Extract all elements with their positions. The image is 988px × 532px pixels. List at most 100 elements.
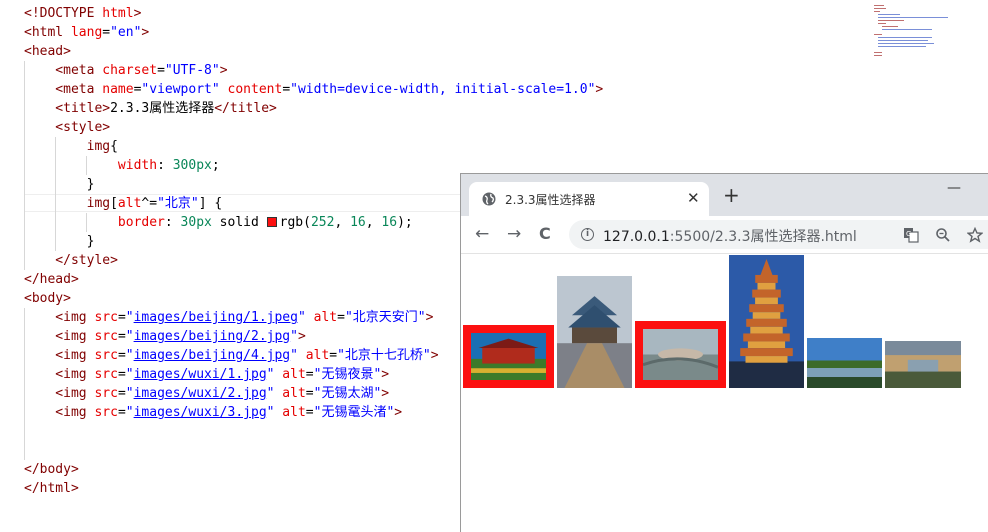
code-token: 30px [180, 215, 212, 230]
code-token: charset [102, 63, 158, 78]
code-token: > [430, 348, 439, 363]
code-token: 16 [350, 215, 366, 230]
url-text[interactable]: 127.0.0.1:5500/2.3.3属性选择器.html [603, 226, 857, 246]
code-token: " [297, 310, 306, 325]
code-token: <meta [24, 63, 103, 78]
code-token: "无锡鼋头渚" [313, 405, 395, 420]
code-line[interactable]: <meta name="viewport" content="width=dev… [24, 80, 603, 99]
code-token: ^= [141, 196, 158, 211]
code-token: <img [24, 405, 95, 420]
code-token: <html [24, 25, 71, 40]
code-token: > [141, 25, 150, 40]
code-line[interactable]: <html lang="en"> [24, 23, 149, 42]
code-token: images/wuxi/2.jpg [133, 386, 267, 401]
code-token: <img [24, 386, 95, 401]
reload-button[interactable]: C [539, 225, 551, 243]
address-bar[interactable]: i 127.0.0.1:5500/2.3.3属性选择器.html G [569, 220, 988, 249]
code-line[interactable]: <style> [24, 118, 110, 137]
back-button[interactable]: ← [475, 225, 489, 243]
star-icon[interactable] [967, 227, 983, 243]
code-token: = [117, 329, 126, 344]
code-token: " [125, 367, 134, 382]
code-token: " [290, 329, 298, 344]
code-token: content [219, 82, 283, 97]
code-token: " [290, 348, 298, 363]
code-line[interactable]: <img src="images/beijing/4.jpg" alt="北京十… [24, 346, 439, 365]
code-line[interactable]: <head> [24, 42, 71, 61]
code-token: 300px [172, 158, 212, 173]
code-token: > [297, 329, 306, 344]
code-token: images/beijing/2.jpg [133, 329, 291, 344]
code-line[interactable]: <title>2.3.3属性选择器</title> [24, 99, 277, 118]
code-token: > [394, 405, 403, 420]
code-token: border [24, 215, 165, 230]
code-token: = [117, 310, 126, 325]
code-token: src [94, 348, 118, 363]
code-line[interactable]: </style> [24, 251, 118, 270]
translate-icon[interactable]: G [903, 227, 919, 243]
code-line[interactable]: <body> [24, 289, 71, 308]
code-line[interactable]: width: 300px; [24, 156, 220, 175]
code-token: src [94, 310, 118, 325]
code-token: ] { [198, 196, 223, 211]
code-token: </head> [24, 272, 79, 287]
code-line[interactable]: img[alt^="北京"] { [24, 194, 223, 213]
code-token: <meta [24, 82, 103, 97]
color-swatch[interactable] [266, 217, 277, 227]
code-line[interactable]: <img src="images/wuxi/2.jpg" alt="无锡太湖"> [24, 384, 389, 403]
code-line[interactable]: <img src="images/beijing/1.jpeg" alt="北京… [24, 308, 433, 327]
code-token: "width=device-width, initial-scale=1.0" [290, 82, 596, 97]
zoom-icon[interactable] [935, 227, 951, 243]
code-token: 252 [310, 215, 335, 230]
code-token: src [94, 367, 118, 382]
code-token: <head> [24, 44, 71, 59]
code-line[interactable]: <meta charset="UTF-8"> [24, 61, 227, 80]
code-line[interactable]: </body> [24, 460, 79, 479]
code-line[interactable]: <!DOCTYPE html> [24, 4, 141, 23]
code-line[interactable]: <img src="images/wuxi/1.jpg" alt="无锡夜景"> [24, 365, 389, 384]
code-token: src [94, 329, 118, 344]
code-token: rgb( [279, 215, 311, 230]
code-token: , [334, 215, 351, 230]
code-token: <title> [24, 101, 111, 116]
code-line[interactable]: </head> [24, 270, 79, 289]
code-token: = [157, 63, 165, 78]
minimap[interactable] [872, 4, 988, 56]
code-token: <img [24, 310, 95, 325]
code-line[interactable]: img{ [24, 137, 118, 156]
code-line[interactable]: </html> [24, 479, 79, 498]
code-line[interactable]: <img src="images/beijing/2.jpg"> [24, 327, 306, 346]
code-token: = [117, 367, 126, 382]
code-token: src [94, 405, 118, 420]
code-token: "en" [110, 25, 142, 40]
code-token: : [164, 215, 181, 230]
image-beijing-tiananmen [463, 325, 554, 388]
code-line[interactable]: <img src="images/wuxi/3.jpg" alt="无锡鼋头渚"… [24, 403, 402, 422]
code-token: alt [305, 310, 338, 325]
forward-button[interactable]: → [507, 225, 521, 243]
code-token: = [305, 405, 314, 420]
code-token: images/beijing/4.jpg [133, 348, 291, 363]
new-tab-button[interactable]: + [723, 185, 740, 205]
code-token: <body> [24, 291, 71, 306]
info-icon[interactable]: i [581, 228, 594, 241]
code-token: </html> [24, 481, 79, 496]
tab-title: 2.3.3属性选择器 [505, 193, 596, 207]
code-token: images/wuxi/1.jpg [133, 367, 267, 382]
code-token: , [365, 215, 382, 230]
code-token: <style> [24, 120, 111, 135]
code-token: " [125, 386, 134, 401]
minimize-button[interactable]: — [947, 180, 961, 196]
code-token: "无锡夜景" [313, 367, 382, 382]
code-token: > [381, 386, 390, 401]
code-line[interactable]: border: 30px solid rgb(252, 16, 16); [24, 213, 413, 232]
code-token: "无锡太湖" [313, 386, 382, 401]
code-line[interactable]: } [24, 232, 95, 251]
code-token: = [117, 386, 126, 401]
code-token: <img [24, 329, 95, 344]
browser-tab[interactable]: 2.3.3属性选择器 ✕ [469, 182, 709, 216]
code-line[interactable]: } [24, 175, 95, 194]
close-tab-icon[interactable]: ✕ [687, 189, 700, 207]
code-token: img [24, 196, 111, 211]
code-token: } [24, 234, 95, 249]
